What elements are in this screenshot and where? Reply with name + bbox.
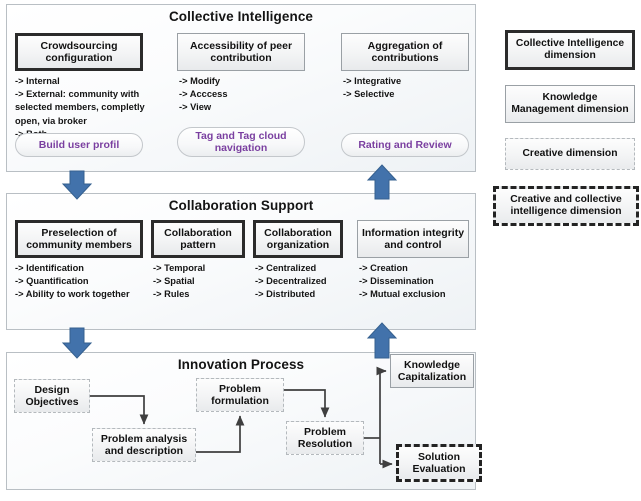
- node-problem-resolution[interactable]: Problem Resolution: [286, 421, 364, 455]
- box-accessibility-of-peer-contribution[interactable]: Accessibility of peer contribution: [177, 33, 305, 71]
- box-collaboration-pattern[interactable]: Collaboration pattern: [151, 220, 245, 258]
- node-design-objectives[interactable]: Design Objectives: [14, 379, 90, 413]
- node-knowledge-capitalization[interactable]: Knowledge Capitalization: [390, 354, 474, 388]
- legend-item-creative-and-collective-intelligence-dimension: Creative and collective intelligence dim…: [493, 186, 639, 226]
- legend-item-creative-dimension: Creative dimension: [505, 138, 635, 170]
- legend-item-collective-intelligence-dimension: Collective Intelligence dimension: [505, 30, 635, 70]
- bullets-collaboration-pattern: -> Temporal -> Spatial -> Rules: [153, 263, 206, 300]
- bullets-information-integrity-and-control: -> Creation -> Dissemination -> Mutual e…: [359, 263, 446, 300]
- panel-collaboration-support: Collaboration Support Preselection of co…: [6, 193, 476, 330]
- diagram-canvas: Collective Intelligence Crowdsourcing co…: [0, 0, 641, 501]
- box-crowdsourcing-configuration[interactable]: Crowdsourcing configuration: [15, 33, 143, 71]
- node-problem-analysis-and-description[interactable]: Problem analysis and description: [92, 428, 196, 462]
- pill-rating-and-review[interactable]: Rating and Review: [341, 133, 469, 157]
- box-information-integrity-and-control[interactable]: Information integrity and control: [357, 220, 469, 258]
- legend-item-knowledge-management-dimension: Knowledge Management dimension: [505, 85, 635, 123]
- bullets-accessibility-of-peer-contribution: -> Modify -> Acccess -> View: [179, 76, 228, 113]
- box-preselection-of-community-members[interactable]: Preselection of community members: [15, 220, 143, 258]
- panel-title-collective-intelligence: Collective Intelligence: [168, 9, 314, 24]
- pill-build-user-profil[interactable]: Build user profil: [15, 133, 143, 157]
- panel-collective-intelligence: Collective Intelligence Crowdsourcing co…: [6, 4, 476, 172]
- node-solution-evaluation[interactable]: Solution Evaluation: [396, 444, 482, 482]
- bullets-aggregation-of-contributions: -> Integrative -> Selective: [343, 76, 402, 100]
- node-problem-formulation[interactable]: Problem formulation: [196, 378, 284, 412]
- panel-title-collaboration-support: Collaboration Support: [168, 198, 314, 213]
- bullets-preselection-of-community-members: -> Identification -> Quantification -> A…: [15, 263, 130, 300]
- box-aggregation-of-contributions[interactable]: Aggregation of contributions: [341, 33, 469, 71]
- bullets-crowdsourcing-configuration: -> Internal -> External: community with …: [15, 76, 145, 139]
- pill-tag-and-tag-cloud-navigation[interactable]: Tag and Tag cloud navigation: [177, 127, 305, 157]
- bullets-collaboration-organization: -> Centralized -> Decentralized -> Distr…: [255, 263, 327, 300]
- box-collaboration-organization[interactable]: Collaboration organization: [253, 220, 343, 258]
